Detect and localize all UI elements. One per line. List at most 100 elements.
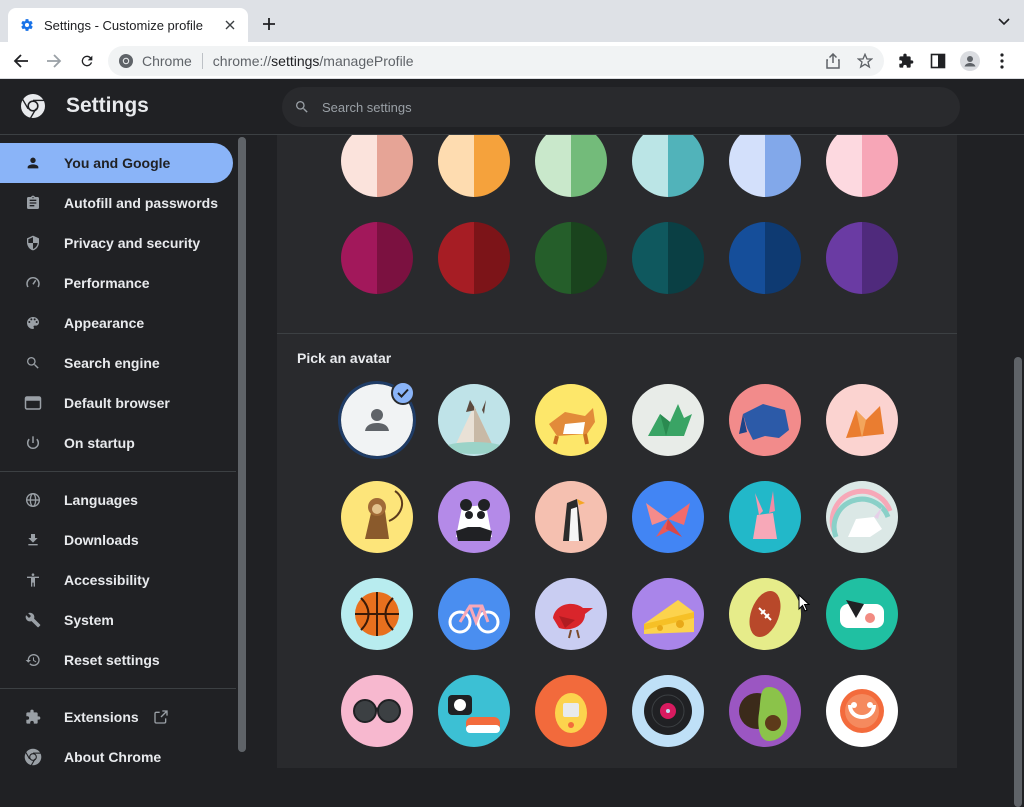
- swatch-right-half: [377, 222, 413, 294]
- new-tab-button[interactable]: [258, 13, 280, 35]
- origami-unicorn-avatar[interactable]: [826, 481, 898, 553]
- swatch-left-half: [826, 222, 862, 294]
- sidebar-item-system[interactable]: System: [0, 600, 233, 640]
- avatar-illustration: [739, 687, 788, 741]
- theme-color-swatch[interactable]: [535, 222, 607, 294]
- origami-panda-avatar[interactable]: [438, 481, 510, 553]
- section-divider: [277, 333, 957, 334]
- origami-rabbit-avatar[interactable]: [729, 481, 801, 553]
- theme-color-swatch[interactable]: [438, 135, 510, 197]
- origami-dragon-avatar[interactable]: [632, 384, 704, 456]
- reload-button[interactable]: [74, 48, 100, 74]
- avatar-illustration: [444, 400, 504, 454]
- football-avatar[interactable]: [729, 578, 801, 650]
- origami-corgi-avatar[interactable]: [535, 384, 607, 456]
- swatch-right-half: [571, 222, 607, 294]
- puzzle-icon: [899, 53, 914, 68]
- sushi-avatar[interactable]: [438, 675, 510, 747]
- sidebar-item-label: Privacy and security: [64, 235, 201, 251]
- mouse-cursor-icon: [798, 594, 810, 612]
- page-title: Settings: [66, 94, 149, 117]
- vinyl-record-avatar[interactable]: [632, 675, 704, 747]
- url-path: /manageProfile: [319, 53, 414, 69]
- sidebar-scrollbar-thumb[interactable]: [238, 137, 246, 752]
- theme-color-swatch[interactable]: [535, 135, 607, 197]
- avatar-illustration: [448, 604, 500, 634]
- tamagotchi-avatar[interactable]: [535, 675, 607, 747]
- smiley-avatar[interactable]: [826, 675, 898, 747]
- sidebar-item-privacy[interactable]: Privacy and security: [0, 223, 233, 263]
- avocado-avatar[interactable]: [729, 675, 801, 747]
- browser-menu-button[interactable]: [989, 48, 1015, 74]
- sidebar-item-extensions[interactable]: Extensions: [0, 697, 233, 737]
- tab-search-chevron-icon[interactable]: [996, 14, 1012, 30]
- page-scrollbar[interactable]: [1012, 135, 1024, 807]
- theme-color-swatch[interactable]: [729, 135, 801, 197]
- bike-avatar[interactable]: [438, 578, 510, 650]
- extensions-button[interactable]: [893, 48, 919, 74]
- origami-fox-avatar[interactable]: [826, 384, 898, 456]
- bookmark-star-icon[interactable]: [856, 52, 874, 70]
- avatar-illustration: [456, 499, 492, 541]
- sunglasses-avatar[interactable]: [341, 675, 413, 747]
- sidebar-item-on-startup[interactable]: On startup: [0, 423, 233, 463]
- swatch-left-half: [438, 222, 474, 294]
- arrow-right-icon: [47, 54, 62, 68]
- sidebar-item-languages[interactable]: Languages: [0, 480, 233, 520]
- origami-monkey-avatar[interactable]: [341, 481, 413, 553]
- swatch-right-half: [862, 135, 898, 197]
- pick-avatar-label: Pick an avatar: [297, 350, 392, 366]
- sidebar-item-label: Autofill and passwords: [64, 195, 219, 211]
- theme-color-swatch[interactable]: [826, 222, 898, 294]
- theme-color-swatch[interactable]: [341, 222, 413, 294]
- theme-color-swatch[interactable]: [632, 222, 704, 294]
- sidebar-item-default-browser[interactable]: Default browser: [0, 383, 233, 423]
- puzzle-icon: [24, 708, 42, 726]
- sidebar-item-label: Languages: [64, 492, 138, 508]
- download-icon: [24, 531, 42, 549]
- sidebar-item-performance[interactable]: Performance: [0, 263, 233, 303]
- avatar: [960, 51, 980, 71]
- swatch-left-half: [341, 135, 377, 197]
- sidebar-item-autofill[interactable]: Autofill and passwords: [0, 183, 233, 223]
- origami-penguin-avatar[interactable]: [535, 481, 607, 553]
- sidebar-item-accessibility[interactable]: Accessibility: [0, 560, 233, 600]
- origami-elephant-avatar[interactable]: [729, 384, 801, 456]
- swatch-right-half: [571, 135, 607, 197]
- forward-button[interactable]: [41, 48, 67, 74]
- theme-color-swatch[interactable]: [632, 135, 704, 197]
- sidebar-item-reset-settings[interactable]: Reset settings: [0, 640, 233, 680]
- theme-color-swatch[interactable]: [729, 222, 801, 294]
- profile-avatar-button[interactable]: [957, 48, 983, 74]
- power-icon: [24, 434, 42, 452]
- palette-icon: [24, 314, 42, 332]
- search-input[interactable]: Search settings: [282, 87, 960, 127]
- address-bar[interactable]: Chrome chrome://settings/manageProfile: [108, 46, 884, 76]
- swatch-right-half: [765, 135, 801, 197]
- avatar-illustration: [644, 600, 694, 634]
- origami-butterfly-avatar[interactable]: [632, 481, 704, 553]
- back-button[interactable]: [8, 48, 34, 74]
- sidebar-item-search-engine[interactable]: Search engine: [0, 343, 233, 383]
- sidebar-item-appearance[interactable]: Appearance: [0, 303, 233, 343]
- theme-color-swatch[interactable]: [826, 135, 898, 197]
- share-icon[interactable]: [824, 52, 842, 70]
- sidebar-item-downloads[interactable]: Downloads: [0, 520, 233, 560]
- basketball-avatar[interactable]: [341, 578, 413, 650]
- side-panel-button[interactable]: [925, 48, 951, 74]
- tab-settings[interactable]: Settings - Customize profile: [8, 8, 248, 42]
- sidebar-item-you-and-google[interactable]: You and Google: [0, 143, 233, 183]
- red-bird-avatar[interactable]: [535, 578, 607, 650]
- tab-close-icon[interactable]: [220, 15, 240, 35]
- page-scrollbar-thumb[interactable]: [1014, 357, 1022, 807]
- avatar-illustration: [448, 695, 500, 733]
- origami-cat-avatar[interactable]: [438, 384, 510, 456]
- cheese-avatar[interactable]: [632, 578, 704, 650]
- burger-avatar[interactable]: [826, 578, 898, 650]
- sidebar-item-about-chrome[interactable]: About Chrome: [0, 737, 233, 768]
- theme-color-swatch[interactable]: [438, 222, 510, 294]
- theme-color-swatch[interactable]: [341, 135, 413, 197]
- avatar-illustration: [753, 491, 777, 539]
- sidebar-item-label: You and Google: [64, 155, 171, 171]
- sidebar-scrollbar[interactable]: [238, 137, 246, 752]
